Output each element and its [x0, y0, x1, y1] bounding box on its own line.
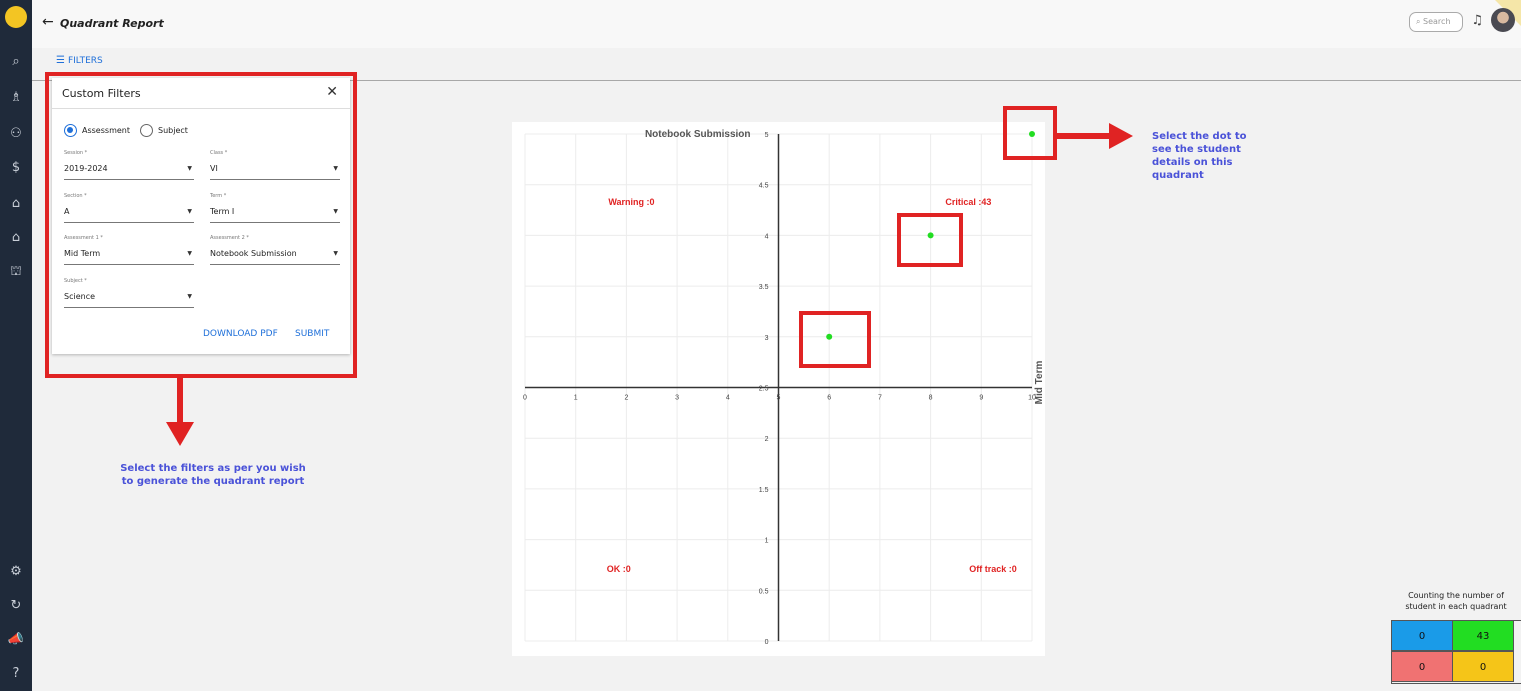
settings-icon[interactable]: ⚙	[6, 562, 26, 582]
quadrant-chart: 0 1 2 3 4 5 6 7 8 9 10 0 0.5 1 1.5 2 2.5 3 3.5 4 4.5 5 Noteboo…	[512, 122, 1045, 656]
annotation-arrow-right	[1055, 123, 1133, 149]
x-tick-label: 9	[979, 395, 983, 402]
quadrant-label: Critical :43	[945, 197, 991, 207]
filters-toggle[interactable]: ☰ FILTERS	[56, 55, 103, 66]
annotation-box-filters	[45, 72, 357, 378]
megaphone-icon[interactable]: 📣	[6, 630, 26, 650]
dollar-icon[interactable]: $	[6, 158, 26, 178]
search-placeholder: Search	[1423, 17, 1451, 26]
quadrant-chart-svg: 0 1 2 3 4 5 6 7 8 9 1000.511.522.533.544.55Noteboo…	[523, 129, 1045, 646]
help-icon[interactable]: ?	[6, 664, 26, 684]
quadrant-label: OK :0	[607, 564, 631, 574]
y-tick-label: 2.5	[759, 386, 769, 393]
y-tick-label: 0.5	[759, 588, 769, 595]
filter-lines-icon: ☰	[56, 55, 65, 66]
annotation-box-dot-1	[799, 311, 871, 368]
y-tick-label: 3.5	[759, 284, 769, 291]
annotation-arrow-down	[166, 376, 194, 446]
count-cell-ok: 0	[1391, 651, 1453, 682]
quadrant-label: Warning :0	[608, 197, 654, 207]
x-tick-label: 6	[827, 395, 831, 402]
x-tick-label: 2	[624, 395, 628, 402]
bell-icon[interactable]: ♫	[1471, 13, 1483, 28]
x-tick-label: 3	[675, 395, 679, 402]
x-tick-label: 7	[878, 395, 882, 402]
x-tick-label: 8	[929, 395, 933, 402]
users-icon[interactable]: ⚇	[6, 124, 26, 144]
y-tick-label: 2	[765, 436, 769, 443]
building-icon[interactable]: ⌂	[6, 194, 26, 214]
y-tick-label: 1	[765, 538, 769, 545]
sync-icon[interactable]: ↻	[6, 596, 26, 616]
count-cell-critical: 43	[1452, 620, 1514, 651]
quadrant-count-grid: 0 43 0 0	[1391, 620, 1521, 684]
search-icon[interactable]: ⌕	[6, 52, 26, 72]
y-tick-label: 1.5	[759, 487, 769, 494]
logo-icon[interactable]	[5, 6, 27, 28]
x-tick-label: 4	[726, 395, 730, 402]
home-icon[interactable]: ⌂	[6, 228, 26, 248]
annotation-box-dot-2	[897, 213, 963, 267]
count-cell-off-track: 0	[1452, 651, 1514, 682]
search-input[interactable]: ⌕ Search	[1409, 12, 1463, 32]
institution-icon[interactable]: ⛫	[6, 262, 26, 282]
page-title: Quadrant Report	[60, 17, 164, 30]
y-tick-label: 5	[765, 132, 769, 139]
avatar[interactable]	[1491, 8, 1515, 32]
count-caption: Counting the number of student in each q…	[1405, 591, 1507, 611]
left-sidebar: ⌕ ♗ ⚇ $ ⌂ ⌂ ⛫ ⚙ ↻ 📣 ?	[0, 0, 32, 691]
y-tick-label: 0	[765, 639, 769, 646]
academic-icon[interactable]: ♗	[6, 88, 26, 108]
y-tick-label: 4.5	[759, 183, 769, 190]
quadrant-label: Off track :0	[969, 564, 1017, 574]
annotation-filters-hint: Select the filters as per you wish to ge…	[120, 463, 306, 487]
annotation-dot-hint: Select the dot to see the student detail…	[1152, 131, 1247, 181]
y-tick-label: 4	[765, 233, 769, 240]
x-tick-label: 0	[523, 395, 527, 402]
x-tick-label: 1	[574, 395, 578, 402]
annotation-box-dot-3	[1003, 106, 1057, 160]
top-header: ← Quadrant Report ⌕ Search ♫	[32, 0, 1521, 48]
count-cell-warning: 0	[1391, 620, 1453, 651]
back-arrow-icon[interactable]: ←	[42, 14, 54, 30]
chart-title: Notebook Submission	[645, 129, 751, 140]
filters-label: FILTERS	[67, 56, 103, 66]
x-tick-label: 5	[777, 395, 781, 402]
y-tick-label: 3	[765, 335, 769, 342]
x-axis-title: Mid Term	[1034, 361, 1045, 405]
